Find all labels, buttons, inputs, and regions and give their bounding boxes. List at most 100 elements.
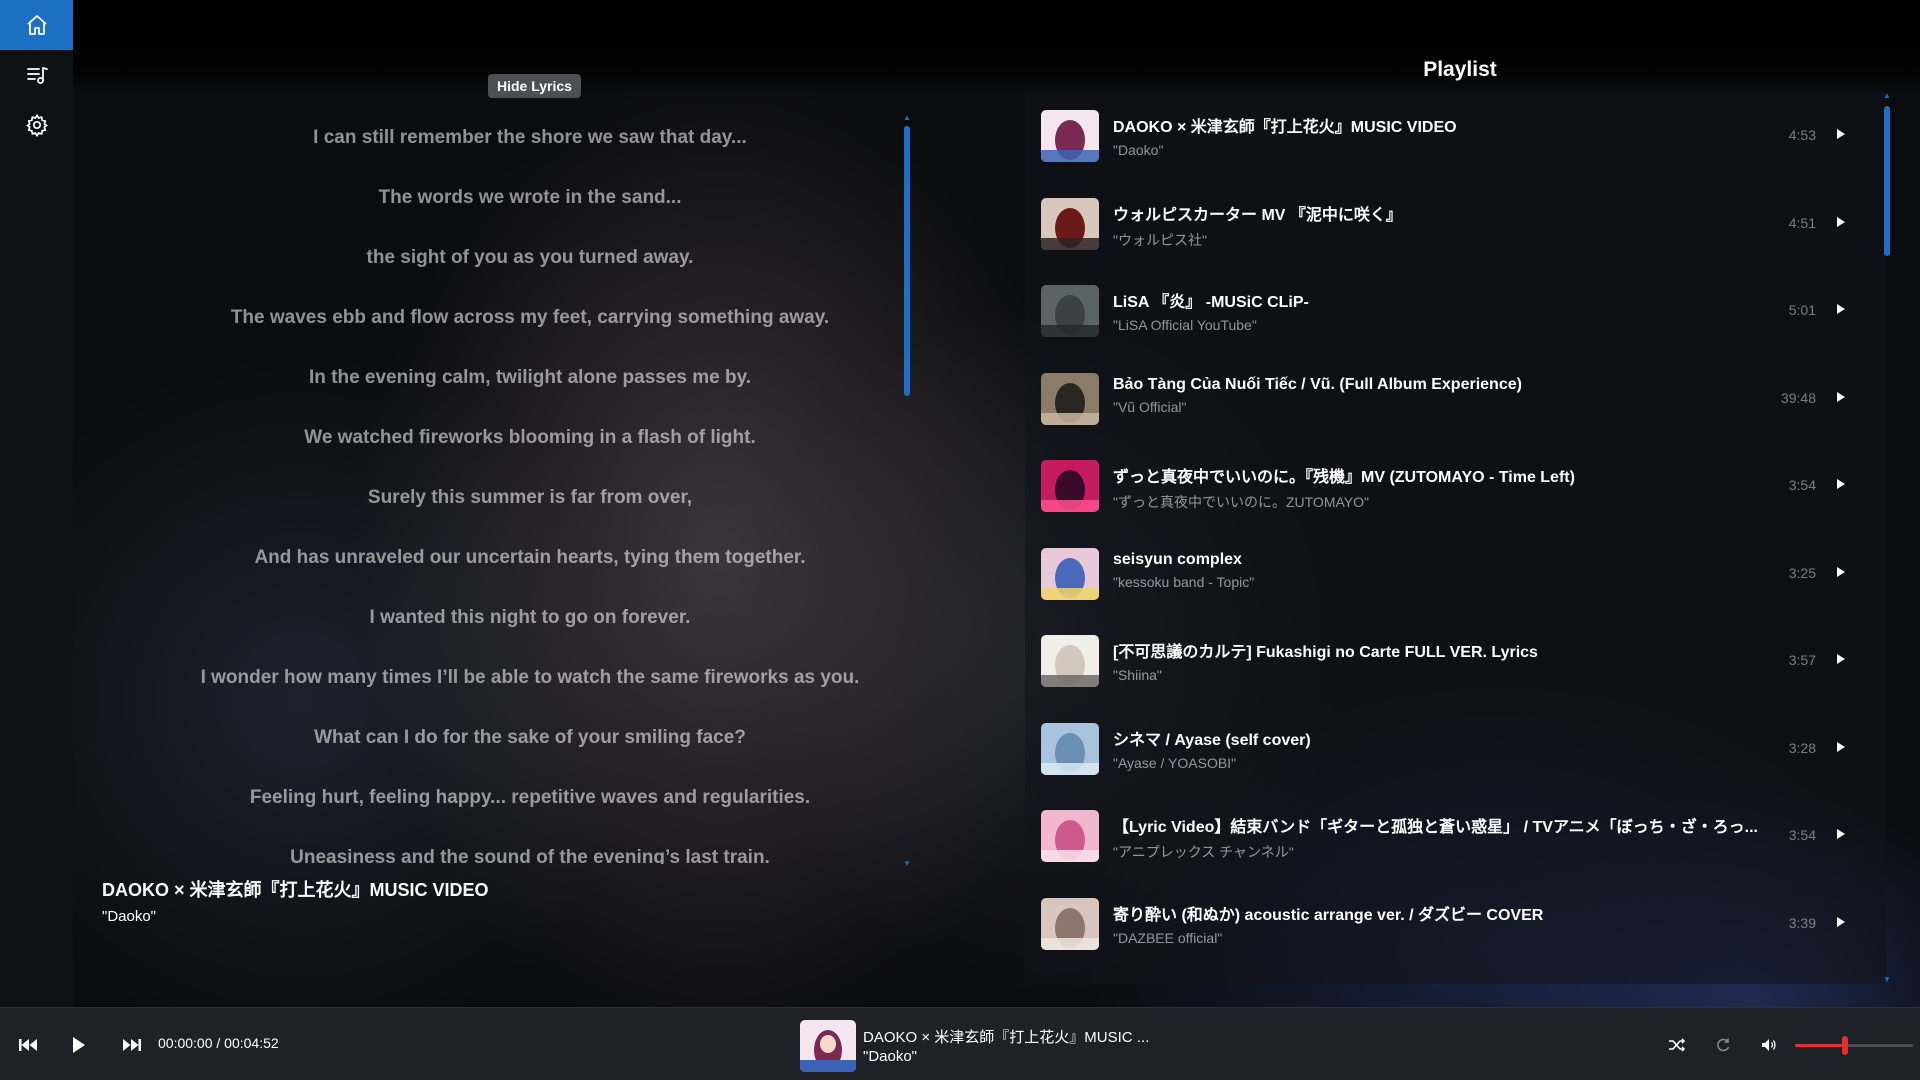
lyric-line: And has unraveled our uncertain hearts, … [254, 547, 806, 568]
current-track-artist: "Daoko" [863, 1048, 918, 1065]
track-duration: 4:53 [1788, 127, 1816, 143]
scroll-down-arrow[interactable]: ▼ [902, 860, 912, 868]
playlist-scrollbar[interactable]: ▲ ▼ [1882, 92, 1892, 984]
lyric-line: Surely this summer is far from over, [367, 487, 693, 508]
track-thumbnail [1041, 285, 1099, 337]
playlist-icon [26, 67, 48, 84]
scroll-up-arrow[interactable]: ▲ [1882, 92, 1892, 100]
now-playing-artist: "Daoko" [102, 908, 157, 925]
volume-knob[interactable] [1841, 1036, 1848, 1055]
track-duration: 3:25 [1788, 564, 1816, 581]
next-button[interactable] [118, 1032, 144, 1058]
play-track-button[interactable] [1834, 739, 1848, 755]
track-title: Bảo Tàng Của Nuối Tiếc / Vũ. (Full Album… [1113, 375, 1522, 393]
lyric-line: In the evening calm, twilight alone pass… [308, 367, 752, 388]
track-thumbnail [1041, 722, 1099, 775]
playlist-item[interactable]: 【Lyric Video】結束バンド「ギターと孤独と蒼い惑星」 / TVアニメ「… [1025, 792, 1886, 880]
lyrics-scrollbar[interactable]: ▲ ▼ [902, 114, 912, 868]
playlist-item[interactable]: Bảo Tàng Của Nuối Tiếc / Vũ. (Full Album… [1025, 355, 1886, 443]
current-track-thumbnail [800, 1020, 856, 1072]
volume-slider[interactable] [1795, 1036, 1913, 1055]
now-playing-title: DAOKO × 米津玄師『打上花火』MUSIC VIDEO [102, 880, 489, 900]
lyric-line: What can I do for the sake of your smili… [314, 727, 746, 748]
playlist-item[interactable]: 寄り酔い (和ぬか) acoustic arrange ver. / ダズビー … [1025, 880, 1886, 968]
playlist-item[interactable]: LiSA 『炎』 -MUSiC CLiP- "LiSA Official YouT… [1025, 267, 1886, 355]
play-track-button[interactable] [1834, 301, 1848, 317]
track-duration: 3:39 [1788, 914, 1816, 931]
shuffle-button[interactable] [1664, 1032, 1690, 1058]
track-artist: "LiSA Official YouTube" [1113, 317, 1257, 333]
play-track-button[interactable] [1834, 214, 1848, 230]
track-duration: 3:28 [1788, 739, 1816, 756]
lyrics-scroll-thumb[interactable] [904, 126, 910, 396]
player-bar: 00:00:00 / 00:04:52 DAOKO × 米津玄師『打上花火』MU… [0, 1007, 1920, 1080]
sidebar [0, 0, 73, 1007]
playlist-item[interactable]: シネマ / Ayase (self cover) "Ayase / YOASOBI… [1025, 705, 1886, 793]
playlist-panel: DAOKO × 米津玄師『打上花火』MUSIC VIDEO "Daoko" 4:53… [1025, 92, 1886, 984]
current-track-title: DAOKO × 米津玄師『打上花火』MUSIC ... [863, 1029, 1150, 1046]
playback-time: 00:00:00 / 00:04:52 [158, 1035, 279, 1051]
track-artist: "Daoko" [1113, 142, 1164, 158]
play-track-button[interactable] [1834, 914, 1848, 930]
lyric-line: We watched fireworks blooming in a flash… [304, 427, 756, 448]
track-duration: 39:48 [1780, 389, 1816, 406]
track-duration: 3:54 [1788, 827, 1816, 843]
volume-icon [1762, 1039, 1776, 1051]
shuffle-icon [1669, 1038, 1686, 1052]
track-title: DAOKO × 米津玄師『打上花火』MUSIC VIDEO [1113, 119, 1457, 136]
lyric-line: The words we wrote in the sand... [378, 187, 682, 208]
track-title: ウォルピスカーター MV 『泥中に咲く』 [1113, 206, 1402, 224]
track-title: シネマ / Ayase (self cover) [1113, 731, 1311, 749]
track-thumbnail [1041, 460, 1099, 512]
repeat-icon [1717, 1038, 1730, 1052]
scroll-down-arrow[interactable]: ▼ [1882, 976, 1892, 984]
track-title: LiSA 『炎』 -MUSiC CLiP- [1113, 294, 1309, 311]
track-artist: "kessoku band - Topic" [1113, 573, 1255, 590]
lyric-line: The waves ebb and flow across my feet, c… [230, 307, 830, 328]
play-track-button[interactable] [1834, 564, 1848, 580]
gear-icon [25, 113, 48, 137]
lyrics-panel: I can still remember the shore we saw th… [120, 112, 940, 864]
track-artist: "アニプレックス チャンネル" [1113, 844, 1294, 860]
track-duration: 3:54 [1788, 477, 1816, 493]
hide-lyrics-button[interactable]: Hide Lyrics [488, 74, 581, 98]
track-artist: "Vũ Official" [1113, 398, 1187, 415]
play-track-button[interactable] [1834, 476, 1848, 492]
skip-forward-icon [123, 1039, 141, 1051]
play-button[interactable] [66, 1032, 92, 1058]
playlist-item[interactable]: DAOKO × 米津玄師『打上花火』MUSIC VIDEO "Daoko" 4:53 [1025, 92, 1886, 180]
play-icon [73, 1037, 85, 1053]
playlist-item[interactable]: seisyun complex "kessoku band - Topic" 3:2… [1025, 530, 1886, 618]
skip-back-icon [19, 1039, 37, 1051]
volume-fill [1795, 1044, 1845, 1047]
lyric-line: I wonder how many times I’ll be able to … [200, 667, 860, 688]
play-track-button[interactable] [1834, 389, 1848, 405]
track-title: [不可思議のカルテ] Fukashigi no Carte FULL VER. … [1113, 644, 1538, 661]
track-thumbnail [1041, 810, 1099, 862]
lyric-line: I wanted this night to go on forever. [369, 607, 691, 628]
lyric-line: Feeling hurt, feeling happy... repetitiv… [249, 787, 811, 808]
repeat-button[interactable] [1710, 1032, 1736, 1058]
playlist-item[interactable]: ウォルピスカーター MV 『泥中に咲く』 "ウォルピス社" 4:51 [1025, 180, 1886, 268]
sidebar-item-home[interactable] [0, 0, 73, 50]
play-track-button[interactable] [1834, 651, 1848, 667]
playlist-item[interactable]: ずっと真夜中でいいのに。『残機』MV (ZUTOMAYO - Time Left… [1025, 442, 1886, 530]
playlist-scroll-thumb[interactable] [1884, 106, 1890, 256]
track-title: 【Lyric Video】結束バンド「ギターと孤独と蒼い惑星」 / TVアニメ「… [1113, 819, 1758, 836]
sidebar-item-playlist[interactable] [0, 50, 73, 100]
play-track-button[interactable] [1834, 126, 1848, 142]
play-track-button[interactable] [1834, 826, 1848, 842]
track-artist: "Shiina" [1113, 667, 1162, 683]
track-thumbnail [1041, 372, 1099, 425]
scroll-up-arrow[interactable]: ▲ [902, 114, 912, 122]
track-artist: "DAZBEE official" [1113, 929, 1223, 946]
lyric-line: the sight of you as you turned away. [366, 247, 694, 268]
track-thumbnail [1041, 635, 1099, 687]
track-title: 寄り酔い (和ぬか) acoustic arrange ver. / ダズビー … [1113, 906, 1544, 924]
track-thumbnail [1041, 547, 1099, 600]
volume-button[interactable] [1756, 1032, 1782, 1058]
track-duration: 5:01 [1788, 302, 1816, 318]
sidebar-item-settings[interactable] [0, 100, 73, 150]
previous-button[interactable] [16, 1032, 42, 1058]
playlist-item[interactable]: [不可思議のカルテ] Fukashigi no Carte FULL VER. … [1025, 617, 1886, 705]
